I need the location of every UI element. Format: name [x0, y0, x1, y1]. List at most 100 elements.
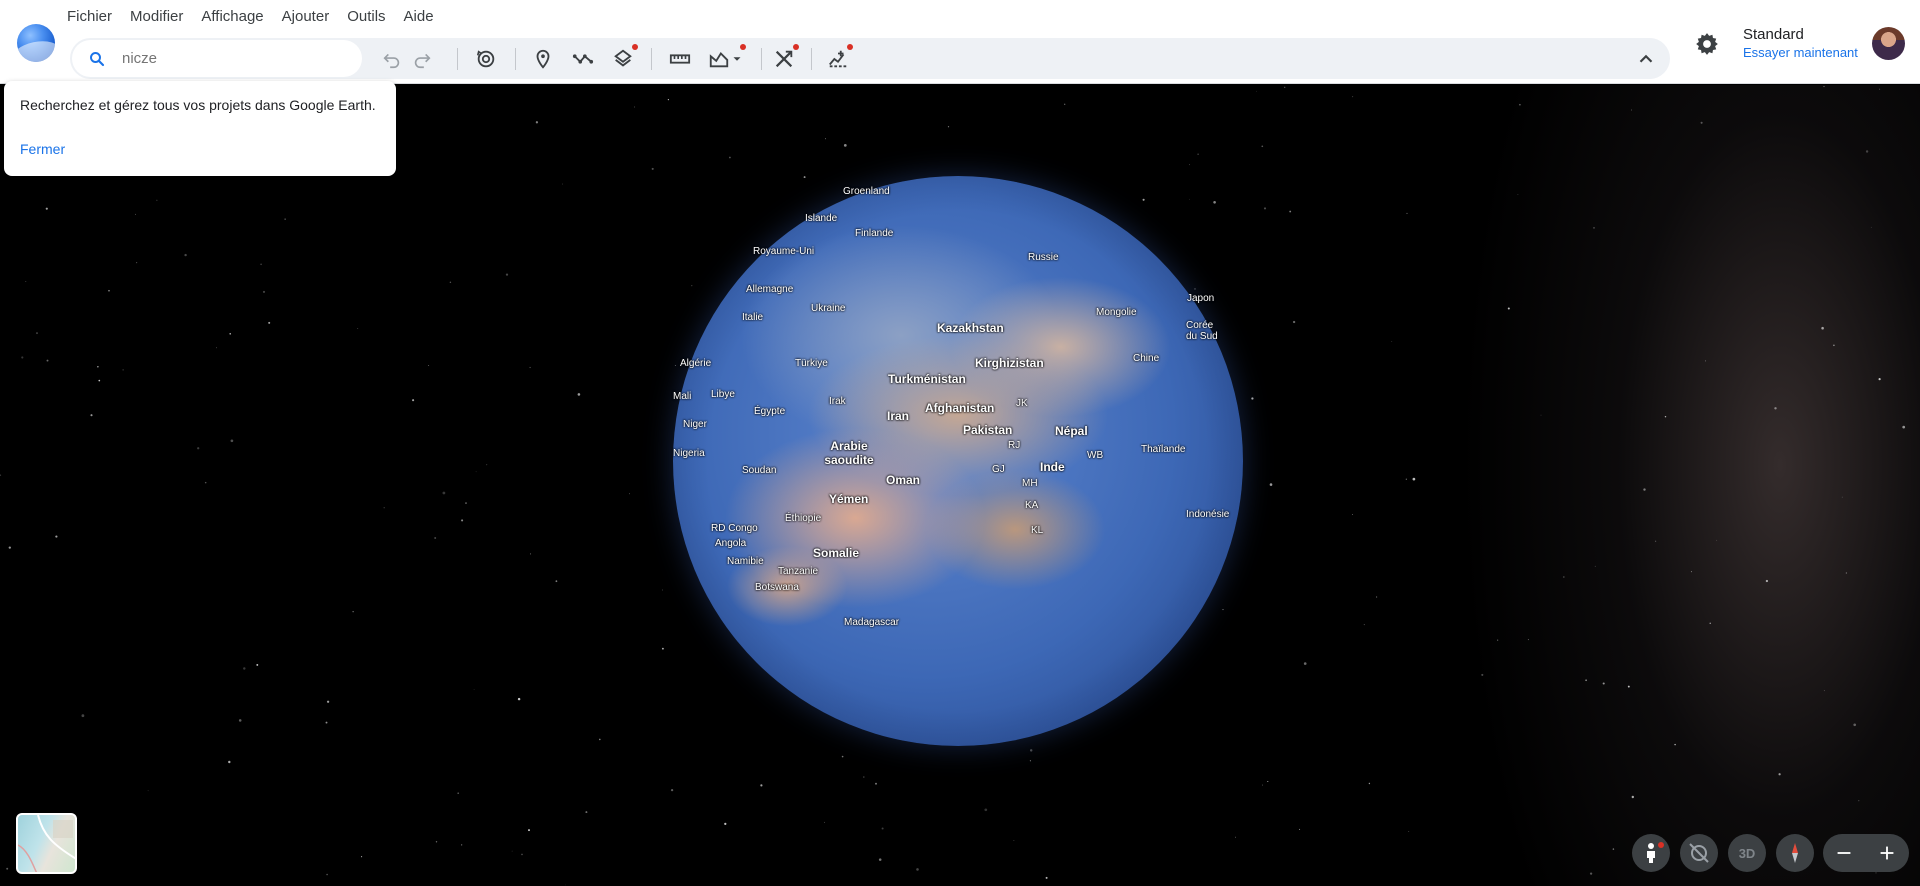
- placemark-icon[interactable]: [530, 46, 556, 72]
- star: [1690, 571, 1692, 573]
- star: [1406, 212, 1408, 214]
- google-earth-logo[interactable]: [17, 24, 55, 62]
- star: [1879, 88, 1881, 90]
- tilt-off-icon[interactable]: [1680, 834, 1718, 872]
- image-overlay-icon[interactable]: [706, 46, 732, 72]
- star: [1585, 679, 1587, 682]
- menu-outils[interactable]: Outils: [338, 6, 394, 28]
- globe[interactable]: Groenland Islande Finlande Royaume-Uni R…: [673, 176, 1243, 746]
- star: [21, 356, 24, 359]
- try-now-link[interactable]: Essayer maintenant: [1743, 45, 1858, 60]
- star: [243, 667, 246, 670]
- star: [55, 535, 58, 538]
- star: [229, 333, 231, 335]
- star: [1292, 320, 1296, 324]
- star: [577, 393, 581, 396]
- overlay-dropdown-icon[interactable]: [730, 44, 746, 72]
- menu-fichier[interactable]: Fichier: [58, 6, 121, 28]
- view-3d-button[interactable]: 3D: [1728, 834, 1766, 872]
- star: [1765, 579, 1769, 583]
- country-label: Somalie: [813, 546, 860, 560]
- star: [1631, 109, 1632, 111]
- star: [916, 868, 919, 871]
- menu-aide[interactable]: Aide: [395, 6, 443, 28]
- undo-icon[interactable]: [379, 46, 405, 72]
- star: [1261, 145, 1264, 148]
- star: [634, 106, 636, 108]
- star: [46, 359, 49, 362]
- compass-icon[interactable]: [1776, 834, 1814, 872]
- layers-icon[interactable]: [610, 44, 638, 72]
- star: [435, 841, 438, 843]
- tools-icon[interactable]: [771, 44, 799, 72]
- star: [1267, 780, 1269, 783]
- country-label: Ukraine: [811, 303, 846, 314]
- star: [1197, 153, 1199, 155]
- star: [863, 776, 865, 778]
- star: [326, 700, 330, 703]
- star: [1823, 690, 1825, 692]
- minus-icon[interactable]: [1832, 841, 1856, 865]
- path-icon[interactable]: [570, 46, 596, 72]
- star: [1700, 121, 1703, 124]
- toolbar-divider: [515, 48, 516, 70]
- search-icon[interactable]: [88, 50, 106, 68]
- star: [947, 126, 950, 128]
- earth-viewport[interactable]: Groenland Islande Finlande Royaume-Uni R…: [0, 85, 1920, 886]
- star: [1284, 86, 1286, 88]
- star: [81, 714, 85, 718]
- menu-modifier[interactable]: Modifier: [121, 6, 192, 28]
- top-bar: Fichier Modifier Affichage Ajouter Outil…: [0, 0, 1920, 84]
- star: [1256, 90, 1257, 92]
- star: [661, 647, 664, 650]
- star: [598, 738, 601, 741]
- star: [122, 369, 124, 371]
- star: [1352, 514, 1354, 515]
- zoom-control: [1823, 834, 1909, 872]
- gear-icon[interactable]: [1694, 31, 1720, 57]
- pegman-icon[interactable]: [1632, 834, 1670, 872]
- star: [1858, 800, 1860, 802]
- menu-ajouter[interactable]: Ajouter: [273, 6, 339, 28]
- menu-bar: Fichier Modifier Affichage Ajouter Outil…: [58, 6, 443, 28]
- star: [1303, 662, 1307, 665]
- country-label: Oman: [886, 473, 921, 487]
- star: [1029, 760, 1031, 762]
- plus-icon[interactable]: [1875, 841, 1899, 865]
- country-label: Groenland: [843, 186, 890, 197]
- country-label: Afghanistan: [925, 401, 995, 415]
- star: [228, 760, 231, 764]
- ruler-icon[interactable]: [667, 46, 693, 72]
- star: [535, 121, 539, 124]
- star: [1189, 198, 1190, 200]
- close-tooltip-button[interactable]: Fermer: [20, 141, 65, 157]
- country-label: Niger: [683, 419, 707, 430]
- country-label: Finlande: [855, 228, 894, 239]
- star: [1517, 194, 1519, 195]
- star: [521, 853, 523, 856]
- star: [555, 580, 558, 583]
- country-label: Angola: [715, 538, 747, 549]
- menu-affichage[interactable]: Affichage: [192, 6, 272, 28]
- redo-icon[interactable]: [409, 46, 435, 72]
- star: [1289, 210, 1292, 213]
- star: [1865, 150, 1869, 153]
- star: [268, 321, 271, 324]
- country-label: MH: [1022, 478, 1038, 489]
- star: [724, 822, 727, 826]
- search-input[interactable]: [122, 46, 342, 71]
- map-style-button[interactable]: [16, 813, 77, 874]
- star: [1251, 397, 1254, 400]
- star: [667, 99, 669, 101]
- history-icon[interactable]: [473, 46, 499, 72]
- star: [98, 379, 101, 382]
- star: [97, 366, 99, 368]
- avatar[interactable]: [1872, 27, 1905, 60]
- chevron-up-icon[interactable]: [1633, 46, 1659, 72]
- country-label: Népal: [1055, 424, 1088, 438]
- search-box: [72, 40, 362, 77]
- star: [1631, 795, 1634, 799]
- star: [1408, 830, 1410, 832]
- country-label: Inde: [1040, 460, 1065, 474]
- data-import-icon[interactable]: [825, 44, 853, 72]
